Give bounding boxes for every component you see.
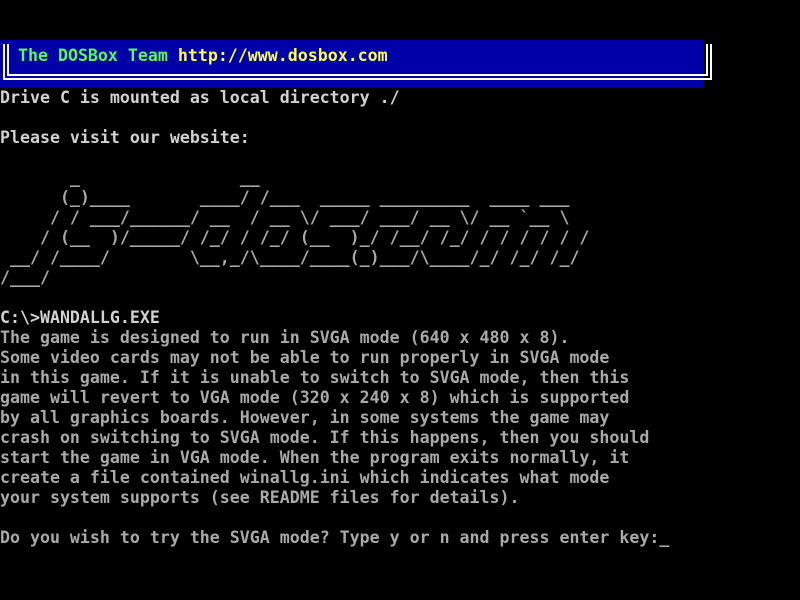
mount-message: Drive C is mounted as local directory ./ bbox=[0, 88, 400, 108]
game-info-text: The game is designed to run in SVGA mode… bbox=[0, 328, 649, 508]
dosbox-screen[interactable]: The DOSBox Team http://www.dosbox.com Dr… bbox=[0, 0, 800, 600]
jsdos-ascii-logo: _ __ (_)____ ____/ /___ _____ _________ … bbox=[0, 168, 589, 288]
svga-question-text: Do you wish to try the SVGA mode? Type y… bbox=[0, 528, 659, 547]
command-line: C:\>WANDALLG.EXE bbox=[0, 308, 160, 328]
banner-team-text: The DOSBox Team bbox=[18, 46, 178, 65]
text-cursor[interactable]: _ bbox=[659, 528, 669, 547]
banner-url-text: http://www.dosbox.com bbox=[178, 46, 388, 65]
svga-question-line[interactable]: Do you wish to try the SVGA mode? Type y… bbox=[0, 528, 669, 548]
dosbox-banner: The DOSBox Team http://www.dosbox.com bbox=[0, 40, 704, 88]
visit-message: Please visit our website: bbox=[0, 128, 250, 148]
banner-border-box: The DOSBox Team http://www.dosbox.com bbox=[3, 44, 712, 80]
